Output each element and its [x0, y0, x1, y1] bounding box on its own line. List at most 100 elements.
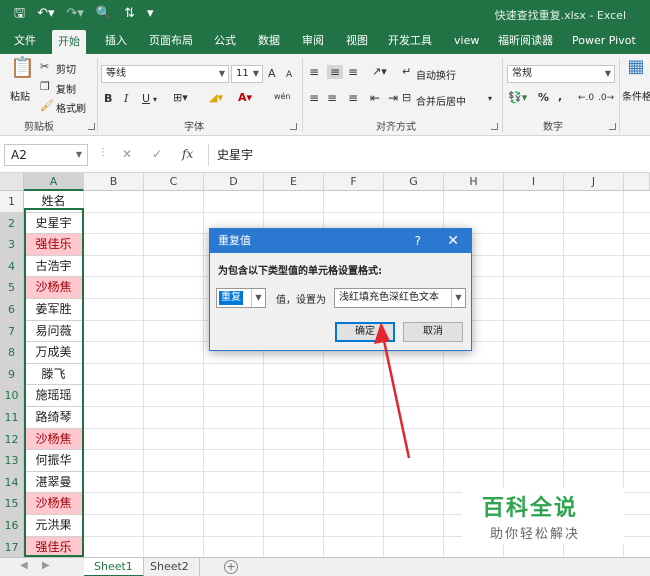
sort-icon[interactable]: ⇅ — [124, 6, 135, 22]
row-header-4[interactable]: 4 — [0, 255, 24, 278]
font-name-select[interactable]: 等线 ▼ — [101, 65, 229, 83]
row-header-6[interactable]: 6 — [0, 299, 24, 321]
paste-button[interactable]: 粘贴 — [10, 88, 30, 103]
name-cell[interactable]: 施瑶瑶 — [24, 385, 83, 407]
insert-function-icon[interactable]: fx — [182, 147, 193, 161]
row-header-17[interactable]: 17 — [0, 536, 24, 559]
sheet-tab-1[interactable]: Sheet1 — [84, 558, 144, 576]
number-launcher-icon[interactable] — [609, 123, 616, 130]
name-cell[interactable]: 元洪果 — [24, 515, 83, 537]
grow-font-icon[interactable]: A — [268, 67, 276, 81]
conditional-formatting-icon[interactable]: ▦ — [626, 58, 646, 82]
cut-button[interactable]: 剪切 — [56, 61, 76, 76]
name-cell[interactable]: 易问薇 — [24, 321, 83, 343]
border-icon[interactable]: ⊞▾ — [173, 91, 188, 105]
column-header-k[interactable] — [624, 173, 650, 191]
tab-developer[interactable]: 开发工具 — [382, 28, 438, 54]
orientation-icon[interactable]: ↗▾ — [372, 65, 387, 79]
format-painter-icon[interactable]: 🖌 — [40, 99, 54, 113]
help-icon[interactable]: ? — [415, 229, 421, 253]
column-header-f[interactable]: F — [324, 173, 384, 191]
fill-color-icon[interactable]: ◢▾ — [209, 91, 223, 105]
name-cell[interactable]: 沙杨焦 — [24, 493, 83, 515]
column-header-e[interactable]: E — [264, 173, 324, 191]
row-header-11[interactable]: 11 — [0, 407, 24, 429]
name-cell[interactable]: 滕飞 — [24, 364, 83, 386]
name-cell[interactable]: 强佳乐 — [24, 536, 83, 559]
shrink-font-icon[interactable]: A — [286, 68, 292, 82]
column-header-h[interactable]: H — [444, 173, 504, 191]
name-cell[interactable]: 强佳乐 — [24, 234, 83, 256]
tab-page-layout[interactable]: 页面布局 — [143, 28, 199, 54]
row-header-16[interactable]: 16 — [0, 515, 24, 537]
cut-icon[interactable]: ✂ — [40, 60, 49, 74]
increase-decimal-icon[interactable]: ←.0 — [578, 91, 594, 105]
alignment-launcher-icon[interactable] — [491, 123, 498, 130]
row-header-9[interactable]: 9 — [0, 363, 24, 386]
font-color-icon[interactable]: A▾ — [238, 91, 252, 105]
merge-center-icon[interactable]: ⊟ — [402, 91, 411, 105]
row-header-2[interactable]: 2 — [0, 212, 24, 235]
tab-view-addin[interactable]: view — [448, 28, 485, 54]
name-cell[interactable]: 路绮琴 — [24, 407, 83, 429]
select-all-corner[interactable] — [0, 173, 24, 191]
italic-button[interactable]: I — [124, 92, 128, 106]
row-header-7[interactable]: 7 — [0, 320, 24, 343]
phonetic-guide-icon[interactable]: wén — [274, 90, 291, 104]
tab-file[interactable]: 文件 — [8, 28, 42, 54]
clipboard-launcher-icon[interactable] — [88, 123, 95, 130]
font-size-select[interactable]: 11 ▼ — [231, 65, 263, 83]
column-header-g[interactable]: G — [384, 173, 444, 191]
row-header-1[interactable]: 1 — [0, 191, 24, 213]
bold-button[interactable]: B — [104, 92, 112, 106]
row-header-13[interactable]: 13 — [0, 450, 24, 472]
name-cell[interactable]: 古浩宇 — [24, 256, 83, 278]
increase-indent-icon[interactable]: ⇥ — [388, 91, 398, 105]
format-select[interactable]: 浅红填充色深红色文本 ▼ — [334, 288, 466, 308]
header-cell-name[interactable]: 姓名 — [24, 191, 83, 213]
underline-button[interactable]: U — [142, 92, 150, 106]
name-box[interactable]: A2 ▼ — [4, 144, 88, 166]
align-center-icon[interactable]: ≡ — [327, 91, 337, 105]
tab-review[interactable]: 审阅 — [296, 28, 330, 54]
row-header-5[interactable]: 5 — [0, 277, 24, 299]
merge-center-button[interactable]: 合并后居中 — [416, 93, 466, 108]
column-header-a[interactable]: A — [24, 173, 84, 191]
tab-data[interactable]: 数据 — [252, 28, 286, 54]
save-icon[interactable]: 🖫 — [14, 6, 25, 22]
align-left-icon[interactable]: ≡ — [309, 91, 319, 105]
row-header-12[interactable]: 12 — [0, 428, 24, 451]
confirm-entry-icon[interactable]: ✓ — [152, 147, 162, 161]
top-align-icon[interactable]: ≡ — [309, 65, 319, 79]
column-header-i[interactable]: I — [504, 173, 564, 191]
row-header-8[interactable]: 8 — [0, 342, 24, 364]
column-header-d[interactable]: D — [204, 173, 264, 191]
paste-icon[interactable]: 📋 — [10, 57, 35, 86]
wrap-text-icon[interactable]: ↵ — [402, 65, 411, 79]
merge-dropdown-icon[interactable]: ▾ — [488, 92, 492, 106]
row-header-14[interactable]: 14 — [0, 471, 24, 494]
name-cell[interactable]: 万成美 — [24, 342, 83, 364]
print-preview-icon[interactable]: 🔍 — [96, 6, 112, 22]
conditional-formatting-button[interactable]: 条件格 — [622, 88, 650, 103]
copy-button[interactable]: 复制 — [56, 81, 76, 96]
tab-view[interactable]: 视图 — [340, 28, 374, 54]
decrease-decimal-icon[interactable]: .0→ — [598, 91, 614, 105]
row-header-10[interactable]: 10 — [0, 385, 24, 407]
customize-qat-icon[interactable]: ▾ — [147, 6, 154, 22]
row-header-15[interactable]: 15 — [0, 493, 24, 515]
close-icon[interactable]: ✕ — [447, 229, 459, 253]
number-format-select[interactable]: 常规 ▼ — [507, 65, 615, 83]
tab-formulas[interactable]: 公式 — [208, 28, 242, 54]
bottom-align-icon[interactable]: ≡ — [348, 65, 358, 79]
row-header-3[interactable]: 3 — [0, 234, 24, 256]
column-header-b[interactable]: B — [84, 173, 144, 191]
currency-format-icon[interactable]: 💱▾ — [508, 91, 527, 105]
percent-style-button[interactable]: % — [538, 91, 549, 105]
redo-icon[interactable]: ↷▾ — [67, 6, 84, 22]
underline-dropdown-icon[interactable]: ▾ — [153, 93, 157, 107]
name-cell[interactable]: 沙杨焦 — [24, 277, 83, 299]
name-cell[interactable]: 沙杨焦 — [24, 428, 83, 451]
sheet-tab-2[interactable]: Sheet2 — [140, 558, 200, 576]
name-cell[interactable]: 姜军胜 — [24, 299, 83, 321]
